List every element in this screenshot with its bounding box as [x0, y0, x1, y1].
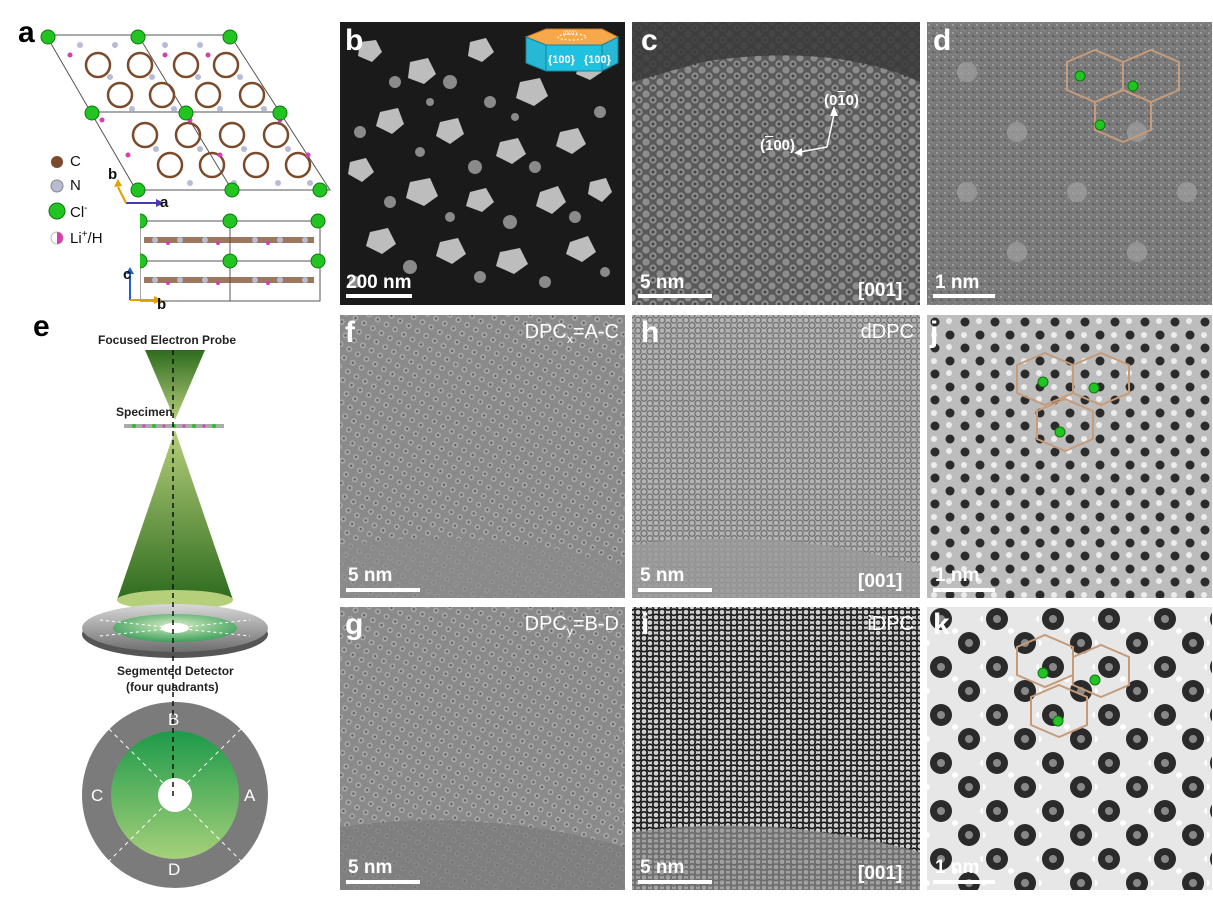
panel-label-g: g: [345, 608, 364, 641]
panel-d-image: 1 nm: [927, 22, 1212, 305]
zone-axis-h: [001]: [858, 571, 903, 592]
quadrant-a: A: [244, 786, 256, 805]
scale-bar-b: [346, 294, 412, 298]
scale-bar-g: [346, 880, 420, 884]
scale-label-i: 5 nm: [640, 857, 685, 878]
panel-g-dpcy: DPCy=B-D 5 nm: [340, 607, 625, 890]
zone-axis-c: [001]: [858, 280, 903, 301]
scale-label-j: 1 nm: [935, 565, 980, 586]
facet-right-label: {100}: [584, 54, 611, 66]
scale-bar-k: [933, 880, 995, 884]
panel-label-a: a: [18, 16, 35, 49]
scale-bar-f: [346, 588, 420, 592]
panel-f-dpcx: DPCx=A-C 5 nm: [340, 315, 625, 598]
panel-k-image: 1 nm: [927, 607, 1212, 890]
scale-label-f: 5 nm: [348, 565, 393, 586]
axis-a-label: a: [160, 194, 169, 211]
scale-label-c: 5 nm: [640, 272, 685, 293]
axis-b2-label: b: [157, 296, 167, 313]
specimen-label: Specimen: [116, 405, 173, 419]
panel-label-e: e: [33, 310, 50, 343]
lattice-image-d: [927, 22, 1212, 305]
panel-j-image: 1 nm: [927, 315, 1212, 598]
panel-label-f: f: [345, 316, 355, 349]
lattice-image-c: [632, 22, 920, 305]
panel-label-c: c: [641, 24, 658, 57]
legend-cl-label: Cl-: [70, 203, 88, 221]
legend-li-marker: [50, 231, 64, 245]
scale-bar-i: [638, 880, 712, 884]
facet-top-label: (001): [563, 31, 578, 37]
scale-label-b: 200 nm: [346, 272, 412, 293]
scale-bar-c: [638, 294, 712, 298]
legend-c-marker: [51, 156, 63, 168]
legend-n-label: N: [70, 177, 81, 194]
direction-100-label: (100): [760, 137, 796, 154]
panel-c-stem-image: (010) (100) 5 nm [001]: [632, 22, 920, 305]
panel-h-ddpc: dDPC 5 nm [001]: [632, 315, 920, 598]
name-h: dDPC: [860, 321, 914, 343]
axis-c-label: c: [123, 266, 132, 283]
panel-label-d: d: [933, 24, 952, 57]
facet-left-label: {100}: [548, 54, 575, 66]
scale-bar-d: [933, 294, 995, 298]
legend-cl-marker: [48, 202, 66, 220]
scale-bar-h: [638, 588, 712, 592]
quadrant-d: D: [168, 860, 181, 879]
legend-c-label: C: [70, 153, 81, 170]
scale-bar-j: [933, 588, 995, 592]
panel-label-h: h: [641, 316, 660, 349]
name-g: DPCy=B-D: [524, 613, 619, 638]
panel-label-b: b: [345, 24, 364, 57]
scale-label-h: 5 nm: [640, 565, 685, 586]
panel-i-idpc: iDPC 5 nm [001]: [632, 607, 920, 890]
legend-li-label: Li+/H: [70, 229, 103, 247]
scale-label-d: 1 nm: [935, 272, 980, 293]
legend-n-marker: [50, 179, 64, 193]
scale-label-g: 5 nm: [348, 857, 393, 878]
panel-label-i: i: [641, 608, 650, 641]
direction-arrows: [794, 106, 838, 156]
quadrant-c: C: [91, 786, 104, 805]
panel-label-k: k: [933, 608, 950, 641]
name-i: iDPC: [867, 613, 914, 635]
scale-label-k: 1 nm: [935, 857, 980, 878]
panel-b-sem-image: (001) {100} {100} 200 nm: [340, 22, 625, 305]
probe-label: Focused Electron Probe: [98, 333, 237, 347]
beam-axis: [172, 350, 174, 800]
direction-010-label: (010): [824, 92, 860, 109]
name-f: DPCx=A-C: [524, 321, 619, 346]
zone-axis-i: [001]: [858, 863, 903, 884]
axis-b-label: b: [108, 166, 118, 183]
crystal-structure-top-view: [40, 29, 331, 198]
panel-label-j: j: [930, 316, 939, 349]
